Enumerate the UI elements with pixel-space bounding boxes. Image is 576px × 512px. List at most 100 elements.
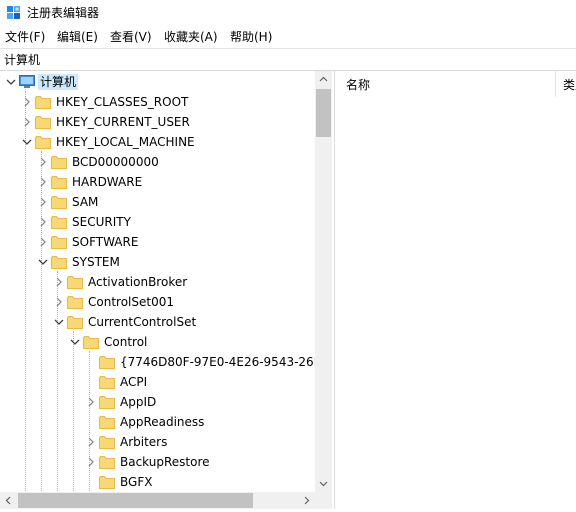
chevron-right-icon[interactable] bbox=[38, 196, 48, 208]
chevron-down-icon[interactable] bbox=[6, 76, 16, 88]
tree-node[interactable]: SOFTWARE bbox=[0, 232, 315, 252]
scroll-down-arrow-icon[interactable] bbox=[315, 475, 332, 492]
tree-node[interactable]: {7746D80F-97E0-4E26-9543-26B4 bbox=[0, 352, 330, 372]
folder-icon bbox=[51, 175, 67, 189]
scroll-right-arrow-icon[interactable] bbox=[298, 492, 315, 509]
folder-icon bbox=[51, 155, 67, 169]
folder-icon bbox=[99, 455, 115, 469]
tree-node[interactable]: HKEY_CURRENT_USER bbox=[0, 112, 315, 132]
chevron-right-icon[interactable] bbox=[38, 156, 48, 168]
folder-icon bbox=[51, 215, 67, 229]
tree-node-label: ACPI bbox=[120, 375, 148, 389]
tree-node-label: 计算机 bbox=[38, 74, 79, 90]
folder-icon bbox=[51, 195, 67, 209]
tree-node[interactable]: ActivationBroker bbox=[0, 272, 315, 292]
folder-icon bbox=[99, 355, 115, 369]
chevron-right-icon[interactable] bbox=[54, 296, 64, 308]
tree-node[interactable]: ControlSet001 bbox=[0, 292, 315, 312]
tree-horizontal-scrollbar[interactable] bbox=[0, 492, 332, 509]
tree-node-label: HKEY_CURRENT_USER bbox=[56, 115, 190, 129]
tree-vertical-scrollbar[interactable] bbox=[315, 71, 332, 492]
folder-icon bbox=[99, 475, 115, 489]
tree-node[interactable]: Arbiters bbox=[0, 432, 315, 452]
chevron-right-icon[interactable] bbox=[86, 396, 96, 408]
scrollbar-corner bbox=[315, 492, 332, 509]
tree-node[interactable]: BCD00000000 bbox=[0, 152, 315, 172]
folder-icon bbox=[35, 115, 51, 129]
tree-node-label: HKEY_CLASSES_ROOT bbox=[56, 95, 189, 109]
tree-node-label: BGFX bbox=[120, 475, 153, 489]
menu-bar: 文件(F) 编辑(E) 查看(V) 收藏夹(A) 帮助(H) bbox=[0, 27, 576, 47]
folder-icon bbox=[99, 395, 115, 409]
tree-node-label: BackupRestore bbox=[120, 455, 210, 469]
menu-edit[interactable]: 编辑(E) bbox=[57, 29, 98, 45]
chevron-down-icon[interactable] bbox=[54, 316, 64, 328]
column-header-type[interactable]: 类型 bbox=[556, 71, 576, 97]
tree-node[interactable]: BGFX bbox=[0, 472, 315, 492]
column-header-name-label: 名称 bbox=[346, 78, 371, 92]
tree-node[interactable]: SECURITY bbox=[0, 212, 315, 232]
folder-icon bbox=[67, 295, 83, 309]
menu-view[interactable]: 查看(V) bbox=[110, 29, 152, 45]
tree-node[interactable]: Control bbox=[0, 332, 315, 352]
chevron-right-icon[interactable] bbox=[22, 96, 32, 108]
menu-favorites[interactable]: 收藏夹(A) bbox=[164, 29, 218, 45]
tree-node-label: BCD00000000 bbox=[72, 155, 159, 169]
tree-node-label: {7746D80F-97E0-4E26-9543-26B4 bbox=[120, 355, 330, 369]
value-list[interactable]: 名称 类型 bbox=[339, 71, 576, 509]
tree-node[interactable]: HARDWARE bbox=[0, 172, 315, 192]
folder-icon bbox=[67, 315, 83, 329]
chevron-right-icon[interactable] bbox=[54, 276, 64, 288]
chevron-right-icon[interactable] bbox=[86, 436, 96, 448]
registry-editor-icon bbox=[7, 6, 21, 20]
folder-icon bbox=[99, 435, 115, 449]
menu-file[interactable]: 文件(F) bbox=[5, 29, 45, 45]
folder-icon bbox=[35, 95, 51, 109]
scroll-up-arrow-icon[interactable] bbox=[315, 71, 332, 88]
tree-node[interactable]: SAM bbox=[0, 192, 315, 212]
tree-node-label: CurrentControlSet bbox=[88, 315, 197, 329]
folder-icon bbox=[99, 375, 115, 389]
column-header-name[interactable]: 名称 bbox=[339, 71, 556, 97]
chevron-down-icon[interactable] bbox=[38, 256, 48, 268]
computer-icon bbox=[19, 75, 35, 89]
scroll-left-arrow-icon[interactable] bbox=[0, 492, 17, 509]
folder-icon bbox=[35, 135, 51, 149]
folder-icon bbox=[51, 255, 67, 269]
tree-node[interactable]: AppID bbox=[0, 392, 315, 412]
chevron-down-icon[interactable] bbox=[22, 136, 32, 148]
chevron-right-icon[interactable] bbox=[86, 456, 96, 468]
tree-node-label: HKEY_LOCAL_MACHINE bbox=[56, 135, 195, 149]
tree-node-label: ControlSet001 bbox=[88, 295, 174, 309]
tree-node-label: AppID bbox=[120, 395, 157, 409]
tree-node-label: Control bbox=[104, 335, 148, 349]
tree-node-label: Arbiters bbox=[120, 435, 168, 449]
vertical-scroll-thumb[interactable] bbox=[316, 89, 331, 137]
column-header-type-label: 类型 bbox=[563, 78, 576, 92]
key-tree[interactable]: 计算机 HKEY_CLASSES_ROOT HKEY_CURRENT_USER HKE… bbox=[0, 71, 334, 509]
chevron-right-icon[interactable] bbox=[38, 176, 48, 188]
tree-node[interactable]: BackupRestore bbox=[0, 452, 315, 472]
tree-node[interactable]: AppReadiness bbox=[0, 412, 315, 432]
address-bar[interactable]: 计算机 bbox=[0, 50, 576, 70]
tree-node[interactable]: HKEY_CLASSES_ROOT bbox=[0, 92, 315, 112]
tree-node[interactable]: 计算机 bbox=[0, 72, 315, 92]
folder-icon bbox=[83, 335, 99, 349]
tree-node[interactable]: ACPI bbox=[0, 372, 315, 392]
chevron-right-icon[interactable] bbox=[22, 116, 32, 128]
chevron-right-icon[interactable] bbox=[38, 236, 48, 248]
tree-node-label: SAM bbox=[72, 195, 99, 209]
menu-help[interactable]: 帮助(H) bbox=[230, 29, 272, 45]
menu-divider bbox=[0, 48, 576, 49]
tree-node[interactable]: CurrentControlSet bbox=[0, 312, 315, 332]
chevron-right-icon[interactable] bbox=[38, 216, 48, 228]
tree-node-label: SOFTWARE bbox=[72, 235, 139, 249]
tree-node[interactable]: SYSTEM bbox=[0, 252, 315, 272]
horizontal-scroll-thumb[interactable] bbox=[18, 493, 253, 508]
tree-node[interactable]: HKEY_LOCAL_MACHINE bbox=[0, 132, 315, 152]
tree-node-label: ActivationBroker bbox=[88, 275, 188, 289]
address-path[interactable]: 计算机 bbox=[4, 52, 40, 68]
tree-node-label: AppReadiness bbox=[120, 415, 205, 429]
tree-node-label: SECURITY bbox=[72, 215, 131, 229]
chevron-down-icon[interactable] bbox=[70, 336, 80, 348]
